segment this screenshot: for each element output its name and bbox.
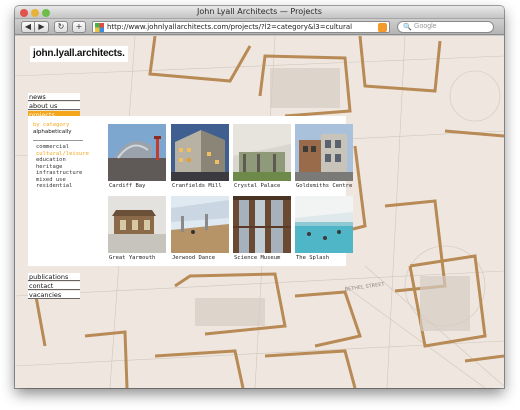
sort-options: by category alphabetically xyxy=(33,122,72,135)
divider xyxy=(33,140,83,141)
secondary-nav: publications contact vacancies xyxy=(28,273,80,300)
project-name[interactable]: Cranfields Mill xyxy=(172,183,222,189)
window-title: John Lyall Architects — Projects xyxy=(197,7,322,16)
project-card[interactable]: Jerwood Dance xyxy=(171,196,229,261)
project-thumbnail[interactable] xyxy=(108,124,166,181)
address-bar[interactable]: http://www.johnlyallarchitects.com/proje… xyxy=(92,21,390,33)
search-placeholder: Google xyxy=(414,23,437,30)
project-card[interactable]: Crystal Palace xyxy=(233,124,291,189)
project-thumbnail[interactable] xyxy=(233,124,291,181)
reload-button[interactable]: ↻ xyxy=(54,21,68,33)
projects-panel: by category alphabetically commercial cu… xyxy=(28,116,353,266)
project-thumbnail[interactable] xyxy=(295,124,353,181)
url-text: http://www.johnlyallarchitects.com/proje… xyxy=(107,23,353,31)
project-card[interactable]: Cranfields Mill xyxy=(171,124,229,189)
nav-item-publications[interactable]: publications xyxy=(28,273,80,281)
nav-item-vacancies[interactable]: vacancies xyxy=(28,291,80,299)
project-thumbnail[interactable] xyxy=(233,196,291,253)
project-thumbnail[interactable] xyxy=(108,196,166,253)
sort-by-category-link[interactable]: by category xyxy=(33,122,72,128)
forward-button[interactable]: ▶ xyxy=(35,21,49,33)
project-name[interactable]: Science Museum xyxy=(234,255,280,261)
nav-item-news[interactable]: news xyxy=(28,93,80,101)
search-input[interactable]: 🔍 Google xyxy=(397,21,494,33)
project-card[interactable]: Cardiff Bay xyxy=(108,124,166,189)
search-icon: 🔍 xyxy=(403,24,412,31)
title-bar: John Lyall Architects — Projects xyxy=(15,6,504,19)
project-thumbnail[interactable] xyxy=(171,124,229,181)
rss-icon[interactable] xyxy=(378,23,387,32)
project-card[interactable]: Science Museum xyxy=(233,196,291,261)
project-name[interactable]: Cardiff Bay xyxy=(109,183,145,189)
browser-toolbar: ◀ ▶ ↻ + http://www.johnlyallarchitects.c… xyxy=(15,19,504,35)
category-list: commercial cultural/leisure education he… xyxy=(36,144,89,190)
project-name[interactable]: The Splash xyxy=(296,255,329,261)
category-residential[interactable]: residential xyxy=(36,183,89,190)
project-card[interactable]: Great Yarmouth xyxy=(108,196,166,261)
project-name[interactable]: Crystal Palace xyxy=(234,183,280,189)
page-viewport: BETHEL STREET john.lyall.architects. new… xyxy=(15,36,504,388)
project-name[interactable]: Great Yarmouth xyxy=(109,255,155,261)
favicon-icon xyxy=(95,23,104,32)
nav-item-contact[interactable]: contact xyxy=(28,282,80,290)
add-bookmark-button[interactable]: + xyxy=(72,21,86,33)
project-card[interactable]: The Splash xyxy=(295,196,353,261)
category-infrastructure[interactable]: infrastructure xyxy=(36,170,89,177)
sort-alphabetically-link[interactable]: alphabetically xyxy=(33,129,72,135)
browser-window: John Lyall Architects — Projects ◀ ▶ ↻ +… xyxy=(15,6,504,388)
project-card[interactable]: Goldsmiths Centre xyxy=(295,124,353,189)
nav-item-about-us[interactable]: about us xyxy=(28,102,80,110)
project-name[interactable]: Goldsmiths Centre xyxy=(296,183,352,189)
project-thumbnail[interactable] xyxy=(295,196,353,253)
back-button[interactable]: ◀ xyxy=(21,21,35,33)
project-name[interactable]: Jerwood Dance xyxy=(172,255,215,261)
project-thumbnail[interactable] xyxy=(171,196,229,253)
site-logo[interactable]: john.lyall.architects. xyxy=(30,46,128,62)
